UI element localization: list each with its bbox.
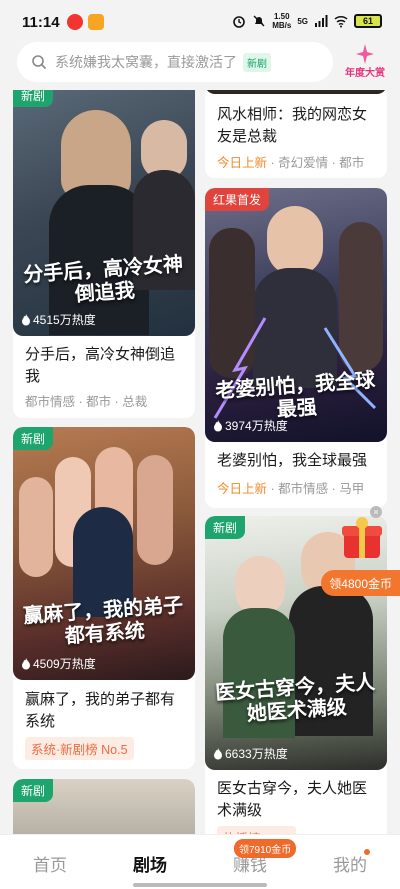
heat-value: 4509万热度 (33, 657, 96, 671)
drama-title[interactable]: 赢麻了，我的弟子都有系统 (25, 689, 185, 733)
heat-count: 3974万热度 (213, 417, 288, 434)
rank-chip[interactable]: 热播榜 No.1 (217, 826, 297, 834)
flame-icon (214, 419, 222, 431)
drama-genres: · 都市情感 · 马甲 (270, 482, 365, 496)
sparkle-icon (356, 44, 374, 64)
drama-card[interactable]: 红果首发 老婆别怕，我全球最强 3974万热度 老婆别怕，我全球最强 今日上新 … (205, 188, 387, 508)
new-today-label: 今日上新 (217, 482, 268, 496)
drama-card[interactable]: 新剧 赢麻了，我的弟子都有系统 4509万热度 赢麻了，我的弟子都有系统 系统·… (13, 427, 195, 769)
net-speed: 1.50 MB/s (272, 12, 291, 30)
drama-meta: 今日上新 · 都市情感 · 马甲 (217, 478, 364, 497)
annual-awards-label: 年度大赏 (345, 68, 385, 79)
drama-card[interactable]: 新剧 分手后，高冷女神倒追我 4515万热度 分手后，高冷女神倒追我 都市情感 … (13, 90, 195, 418)
mute-icon (253, 15, 265, 27)
drama-card[interactable]: 新剧 (13, 779, 195, 834)
tab-label: 赚钱 (233, 856, 267, 875)
new-tag: 新剧 (205, 516, 246, 539)
tab-label: 我的 (333, 856, 367, 875)
drama-title[interactable]: 分手后，高冷女神倒追我 (25, 344, 185, 388)
flame-icon (214, 747, 222, 759)
tab-home[interactable]: 首页 (0, 835, 100, 889)
drama-poster[interactable]: 新剧 (13, 779, 195, 834)
new-today-label: 今日上新 (217, 156, 268, 170)
network-label: 5G (297, 16, 308, 26)
heat-value: 3974万热度 (225, 419, 288, 433)
search-bar[interactable]: 系统嫌我太窝囊，直接激活了 新剧 (17, 42, 333, 82)
drama-poster[interactable]: 新剧 分手后，高冷女神倒追我 4515万热度 (13, 90, 195, 336)
rank-chip[interactable]: 系统·新剧榜 No.5 (25, 737, 134, 760)
drama-card[interactable]: 风水相师：我的网恋女友是总裁 今日上新 · 奇幻爱情 · 都市 (205, 90, 387, 178)
drama-feed[interactable]: 新剧 分手后，高冷女神倒追我 4515万热度 分手后，高冷女神倒追我 都市情感 … (0, 90, 400, 834)
notification-dot (364, 849, 370, 855)
tab-me[interactable]: 我的 (300, 835, 400, 889)
annual-awards-button[interactable]: 年度大赏 (344, 44, 386, 82)
poster-title: 赢麻了，我的弟子都有系统 (22, 592, 184, 648)
drama-meta: 今日上新 · 奇幻爱情 · 都市 (217, 152, 364, 171)
flame-icon (22, 313, 30, 325)
home-indicator[interactable] (133, 883, 267, 887)
tab-label: 剧场 (133, 856, 167, 875)
search-icon (32, 55, 47, 70)
poster-figure (137, 455, 173, 565)
tab-theater[interactable]: 剧场 (100, 835, 200, 889)
tab-label: 首页 (33, 856, 67, 875)
drama-poster[interactable]: 新剧 赢麻了，我的弟子都有系统 4509万热度 (13, 427, 195, 680)
heat-count: 4509万热度 (21, 655, 96, 672)
bottom-tab-bar: 首页 剧场 赚钱 领7910金币 我的 (0, 834, 400, 889)
search-new-badge: 新剧 (243, 52, 271, 72)
gold-reward-button[interactable]: 领4800金币 (321, 570, 400, 596)
gold-gift-icon[interactable] (338, 514, 386, 562)
earn-coins-badge: 领7910金币 (234, 839, 297, 858)
heat-value: 6633万热度 (225, 747, 288, 761)
drama-title[interactable]: 风水相师：我的网恋女友是总裁 (217, 104, 377, 148)
notification-app-icon (67, 14, 83, 30)
wifi-icon (334, 15, 348, 28)
poster-title: 分手后，高冷女神倒追我 (22, 251, 184, 307)
search-placeholder: 系统嫌我太窝囊，直接激活了 (55, 54, 237, 70)
drama-genres: · 奇幻爱情 · 都市 (270, 156, 365, 170)
flame-icon (22, 657, 30, 669)
new-tag: 新剧 (13, 427, 54, 450)
drama-poster[interactable] (205, 90, 387, 94)
status-icons: 1.50 MB/s 5G 61 (232, 12, 382, 30)
signal-icon (315, 15, 328, 27)
net-speed-unit: MB/s (272, 21, 292, 30)
drama-card[interactable]: 新剧 医女古穿今，夫人她医术满级 6633万热度 医女古穿今，夫人她医术满级 热… (205, 516, 387, 834)
battery-icon: 61 (354, 14, 382, 28)
drama-genres: 都市情感 · 都市 · 总裁 (25, 395, 148, 409)
exclusive-tag: 红果首发 (205, 188, 270, 211)
heat-count: 4515万热度 (21, 311, 96, 328)
heat-count: 6633万热度 (213, 745, 288, 762)
drama-title[interactable]: 医女古穿今，夫人她医术满级 (217, 778, 377, 822)
tab-earn[interactable]: 赚钱 领7910金币 (200, 835, 300, 889)
poster-figure (267, 206, 323, 276)
net-speed-value: 1.50 (273, 12, 290, 21)
drama-title[interactable]: 老婆别怕，我全球最强 (217, 450, 387, 472)
heat-value: 4515万热度 (33, 313, 96, 327)
drama-poster[interactable]: 红果首发 老婆别怕，我全球最强 3974万热度 (205, 188, 387, 442)
alarm-icon (233, 16, 246, 28)
status-time: 11:14 (22, 14, 60, 31)
notification-app-icon-2 (88, 14, 104, 30)
poster-figure (235, 556, 285, 616)
new-tag: 新剧 (13, 779, 54, 802)
new-tag: 新剧 (13, 90, 54, 107)
poster-figure (19, 477, 53, 577)
status-bar: 11:14 1.50 MB/s 5G 61 (0, 0, 400, 42)
